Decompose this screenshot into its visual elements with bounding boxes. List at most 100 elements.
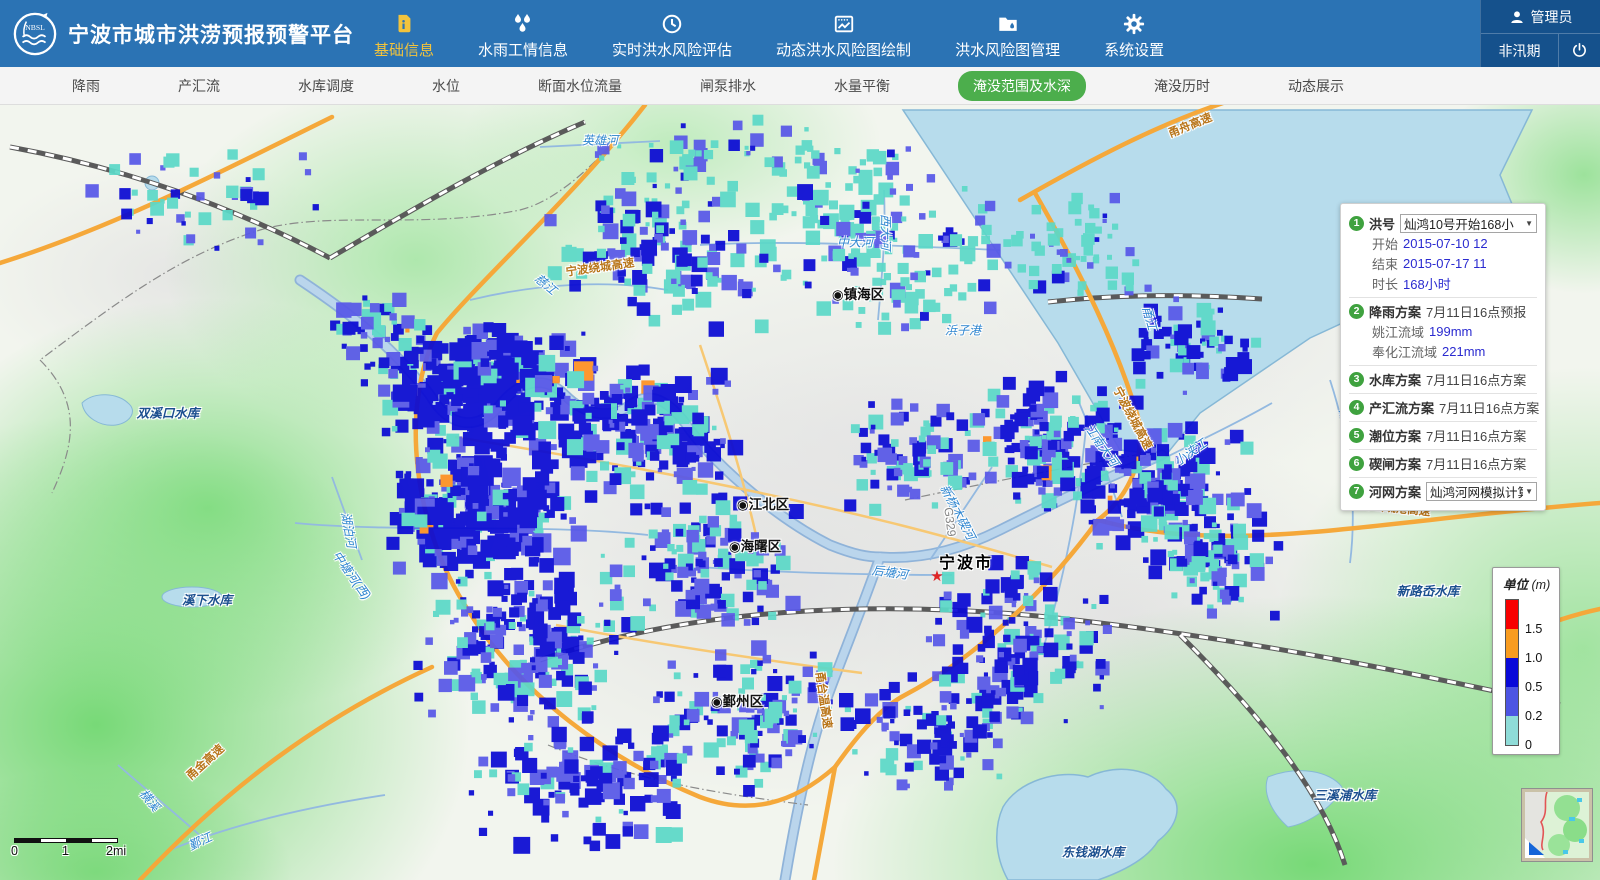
tab-dynamic-display[interactable]: 动态展示 — [1278, 72, 1354, 100]
duration-value: 168小时 — [1403, 274, 1451, 293]
map-label-road: 甬舟高速 — [1166, 109, 1215, 141]
caret-down-icon: ▼ — [1525, 219, 1533, 228]
power-button[interactable] — [1558, 34, 1600, 67]
river-network-section: 7 河网方案 灿鸿河网模拟计算 ▼ — [1349, 477, 1537, 505]
clock-icon — [661, 11, 683, 35]
step-6-badge: 6 — [1349, 456, 1364, 471]
tab-rainfall[interactable]: 降雨 — [62, 72, 110, 100]
step-3-badge: 3 — [1349, 372, 1364, 387]
map-label-river: 鄞江 — [186, 828, 215, 854]
tab-reservoir-dispatch[interactable]: 水库调度 — [288, 72, 364, 100]
tab-section-stage-flow[interactable]: 断面水位流量 — [528, 72, 632, 100]
map-label-water: 双溪口水库 — [137, 403, 200, 422]
map-label-river: 浜子港 — [945, 322, 981, 339]
map-label-river: 中大河 — [837, 234, 873, 251]
map-label-river: 慈江 — [531, 270, 560, 298]
user-icon — [1509, 9, 1525, 25]
runoff-scheme-section: 4产汇流方案7月11日16点方案 — [1349, 393, 1537, 421]
legend-segment: 0.5 — [1506, 658, 1518, 687]
city-star: ★ — [930, 567, 943, 585]
map-label-district: ◉江北区 — [737, 493, 789, 513]
tab-water-level[interactable]: 水位 — [422, 72, 470, 100]
flood-number-select[interactable]: 灿鸿10号开始168小时 ▼ — [1400, 214, 1537, 233]
step-7-badge: 7 — [1349, 484, 1364, 499]
svg-text:NBSL: NBSL — [25, 23, 45, 32]
legend-stops: 1.51.00.50.20 — [1505, 599, 1519, 746]
legend-segment: 1.0 — [1506, 629, 1518, 658]
nav-basic-info[interactable]: 基础信息 — [374, 0, 434, 67]
map-label-river: 甬江 — [1139, 304, 1162, 332]
tab-inundation-duration[interactable]: 淹没历时 — [1144, 72, 1220, 100]
nav-system-settings[interactable]: 系统设置 — [1104, 0, 1164, 67]
map-label-river: 西大河 — [878, 214, 895, 250]
map-label-river: 横溪 — [136, 785, 164, 814]
map-label-water: 三溪浦水库 — [1314, 785, 1377, 804]
gate-scheme-section: 6碶闸方案7月11日16点方案 — [1349, 449, 1537, 477]
sub-nav: 降雨 产汇流 水库调度 水位 断面水位流量 闸泵排水 水量平衡 淹没范围及水深 … — [0, 67, 1600, 105]
start-label: 开始 — [1372, 234, 1398, 253]
river-network-select[interactable]: 灿鸿河网模拟计算 ▼ — [1426, 482, 1537, 501]
rainfall-scheme-section: 2 降雨方案 7月11日16点预报 姚江流域199mm 奉化江流域221mm — [1349, 297, 1537, 365]
end-value: 2015-07-17 11 — [1403, 256, 1487, 271]
nav-riskmap-management[interactable]: 洪水风险图管理 — [955, 0, 1060, 67]
info-scroll-icon — [393, 11, 415, 35]
map-label-river: 中塘河(西) — [329, 547, 375, 603]
page-title: 宁波市城市洪涝预报预警平台 — [68, 19, 354, 49]
map-label-city: 宁波市 — [939, 549, 993, 573]
step-5-badge: 5 — [1349, 428, 1364, 443]
map-canvas[interactable]: ◉镇海区◉江北区◉海曙区◉鄞州区宁波市★双溪口水库溪下水库新路岙水库三溪浦水库东… — [0, 105, 1600, 880]
map-label-district: ◉海曙区 — [729, 535, 781, 555]
legend-segment: 0 — [1506, 716, 1518, 745]
legend-title: 单位 (m) — [1503, 574, 1559, 593]
nav-realtime-risk[interactable]: 实时洪水风险评估 — [612, 0, 732, 67]
season-mode-button[interactable]: 非汛期 — [1481, 34, 1558, 67]
end-label: 结束 — [1372, 254, 1398, 273]
start-value: 2015-07-10 12 — [1403, 236, 1488, 251]
map-label-water: 溪下水库 — [182, 590, 232, 609]
map-label-river: 英雄河 — [582, 132, 618, 149]
map-label-road: 宁波绕城高速 — [565, 254, 636, 279]
map-label-roadgray: G329 — [941, 507, 958, 538]
brand: NBSL 宁波市城市洪涝预报预警平台 — [0, 0, 360, 67]
map-label-road: 甬金高速 — [183, 741, 228, 784]
map-label-water: 新路岙水库 — [1397, 581, 1460, 600]
user-name: 管理员 — [1531, 7, 1573, 27]
step-1-badge: 1 — [1349, 216, 1364, 231]
flood-number-label: 洪号 — [1369, 214, 1395, 233]
map-label-road: 甬台温高速 — [812, 670, 836, 729]
reservoir-scheme-section: 3水库方案7月11日16点方案 — [1349, 365, 1537, 393]
overview-map[interactable] — [1522, 789, 1592, 861]
caret-down-icon: ▼ — [1525, 487, 1533, 496]
map-label-river: 江南大河 — [1081, 420, 1122, 469]
map-label-river: 湖泊河 — [338, 511, 361, 549]
overview-map-content — [1525, 792, 1589, 858]
folder-icon — [997, 11, 1019, 35]
scale-bar: 0 1 2mi — [14, 838, 134, 858]
app-logo-icon: NBSL — [12, 11, 58, 57]
tab-inundation-extent-depth[interactable]: 淹没范围及水深 — [958, 71, 1086, 101]
user-box: 管理员 非汛期 — [1480, 0, 1600, 67]
main-nav: 基础信息 水雨工情信息 实时洪水风险评估 动态洪水风险图绘制 洪水风险图管理 — [374, 0, 1164, 67]
depth-legend: 单位 (m) 1.51.00.50.20 — [1492, 567, 1560, 755]
app-header: NBSL 宁波市城市洪涝预报预警平台 基础信息 水雨工情信息 实时洪水风险评估 — [0, 0, 1600, 67]
map-label-river: 新杨木碶河 — [936, 482, 979, 543]
flood-scheme-panel: 1 洪号 灿鸿10号开始168小时 ▼ 开始 2015-07-10 12 结束 20… — [1340, 203, 1546, 511]
power-icon — [1571, 42, 1588, 59]
admin-user-button[interactable]: 管理员 — [1481, 0, 1600, 33]
water-drops-icon — [511, 11, 535, 35]
duration-label: 时长 — [1372, 274, 1398, 293]
tab-water-balance[interactable]: 水量平衡 — [824, 72, 900, 100]
map-label-road: 宁波绕城高速 — [1110, 384, 1157, 452]
legend-segment: 0.2 — [1506, 687, 1518, 716]
tab-runoff[interactable]: 产汇流 — [168, 72, 230, 100]
step-4-badge: 4 — [1349, 400, 1364, 415]
nav-dynamic-riskmap[interactable]: 动态洪水风险图绘制 — [776, 0, 911, 67]
map-label-district: ◉鄞州区 — [711, 690, 763, 710]
legend-segment: 1.5 — [1506, 600, 1518, 629]
map-label-river: 后塘河 — [871, 561, 909, 583]
flood-number-section: 1 洪号 灿鸿10号开始168小时 ▼ 开始 2015-07-10 12 结束 20… — [1349, 210, 1537, 297]
map-label-river: 小浃江 — [1170, 435, 1209, 470]
gear-icon — [1123, 11, 1145, 35]
tab-gate-pump-drainage[interactable]: 闸泵排水 — [690, 72, 766, 100]
nav-water-rain-info[interactable]: 水雨工情信息 — [478, 0, 568, 67]
